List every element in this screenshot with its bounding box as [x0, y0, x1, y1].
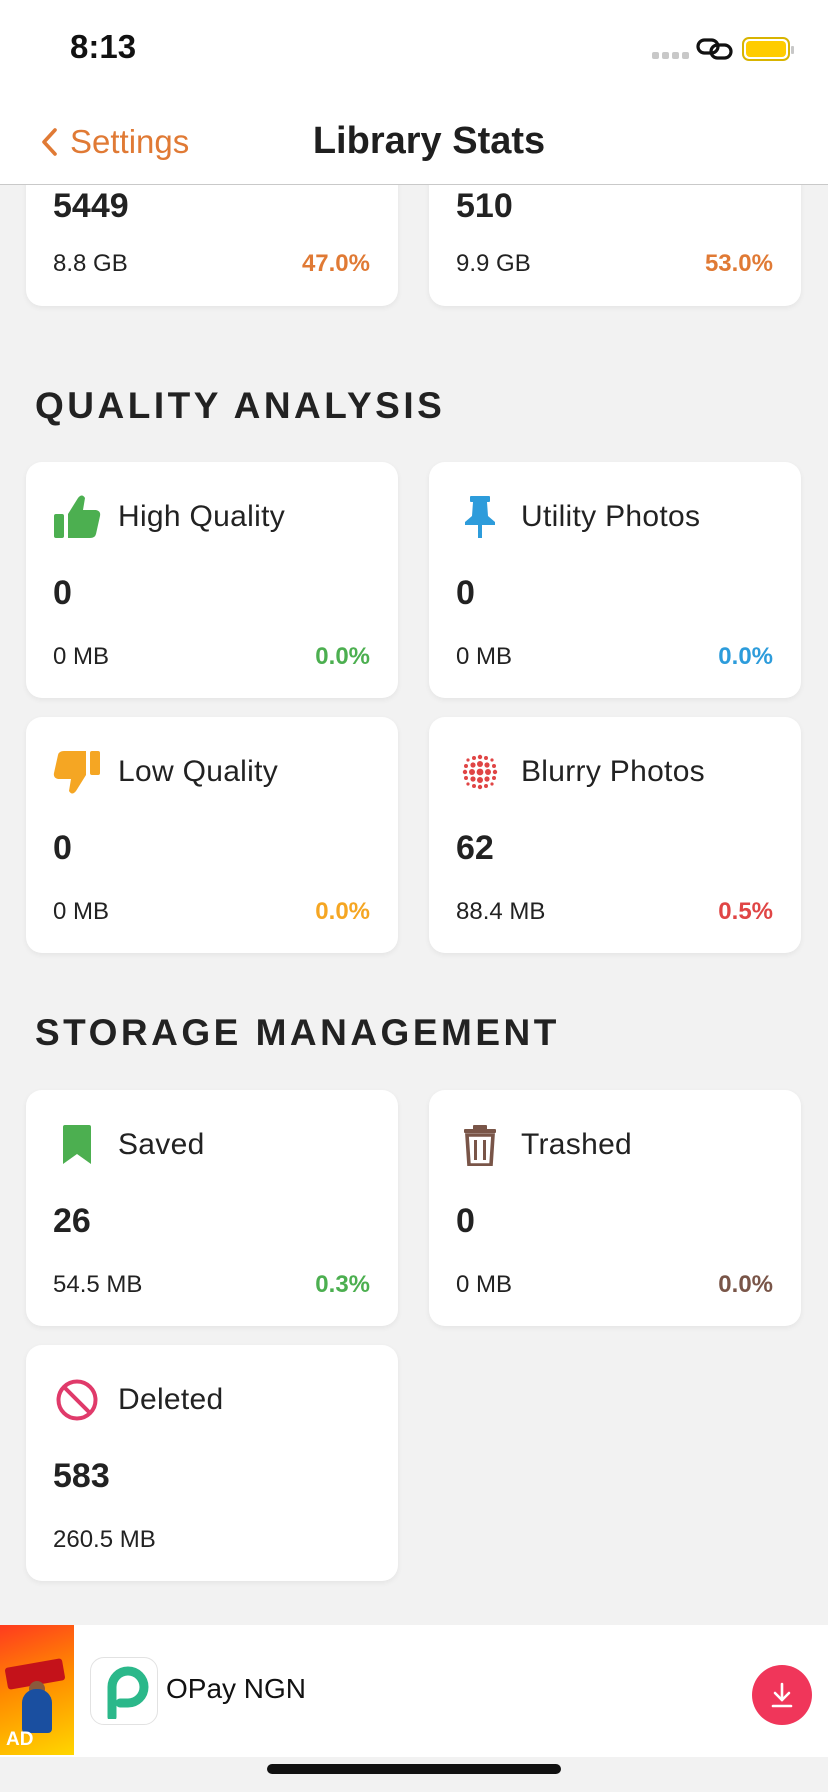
card-title: Saved	[118, 1128, 205, 1161]
download-icon	[771, 1682, 793, 1708]
blur-icon	[455, 747, 505, 797]
ad-tag: AD	[6, 1729, 34, 1750]
ad-banner[interactable]: AD OPay NGN	[0, 1625, 828, 1757]
card-title: Deleted	[118, 1383, 224, 1416]
blurry-photos-card[interactable]: Blurry Photos 62 88.4 MB 0.5%	[429, 717, 801, 953]
card-count: 0	[456, 574, 475, 612]
card-percent: 0.0%	[718, 643, 773, 670]
home-indicator[interactable]	[267, 1764, 561, 1774]
card-size: 0 MB	[456, 643, 513, 670]
prohibited-icon	[52, 1375, 102, 1425]
thumbs-down-icon	[52, 747, 102, 797]
bottom-safe-area	[0, 1757, 828, 1792]
ad-image[interactable]: AD	[0, 1625, 74, 1755]
ad-download-button[interactable]	[752, 1665, 812, 1725]
trashed-card[interactable]: Trashed 0 0 MB 0.0%	[429, 1090, 801, 1326]
card-count: 583	[53, 1457, 110, 1495]
card-size: 8.8 GB	[53, 250, 128, 277]
low-quality-card[interactable]: Low Quality 0 0 MB 0.0%	[26, 717, 398, 953]
card-count: 62	[456, 829, 494, 867]
ad-app-name[interactable]: OPay NGN	[166, 1673, 306, 1705]
card-count: 5449	[53, 187, 129, 225]
section-title-storage: STORAGE MANAGEMENT	[35, 1012, 560, 1053]
card-title: Utility Photos	[521, 500, 701, 533]
card-size: 260.5 MB	[53, 1526, 156, 1553]
signal-icon	[652, 52, 689, 59]
navigation-bar: Settings Library Stats	[0, 100, 828, 185]
thumbs-up-icon	[52, 492, 102, 542]
bookmark-icon	[52, 1120, 102, 1170]
status-time: 8:13	[70, 28, 137, 65]
card-size: 0 MB	[456, 1271, 513, 1298]
deleted-card[interactable]: Deleted 583 260.5 MB	[26, 1345, 398, 1581]
saved-card[interactable]: Saved 26 54.5 MB 0.3%	[26, 1090, 398, 1326]
card-size: 0 MB	[53, 898, 110, 925]
card-count: 0	[456, 1202, 475, 1240]
section-title-quality: QUALITY ANALYSIS	[35, 385, 446, 426]
stats-scroll-view[interactable]: 5449 8.8 GB 47.0% 510 9.9 GB 53.0% QUALI…	[0, 185, 828, 1625]
card-percent: 0.0%	[718, 1271, 773, 1298]
card-title: High Quality	[118, 500, 286, 533]
card-percent: 0.0%	[315, 643, 370, 670]
stat-card[interactable]: 5449 8.8 GB 47.0%	[26, 185, 398, 306]
card-title: Low Quality	[118, 755, 279, 788]
card-size: 0 MB	[53, 643, 110, 670]
status-bar: 8:13	[0, 0, 828, 100]
opay-logo-icon	[90, 1657, 158, 1725]
card-size: 88.4 MB	[456, 898, 546, 925]
trash-icon	[455, 1120, 505, 1170]
card-size: 54.5 MB	[53, 1271, 143, 1298]
stat-card[interactable]: 510 9.9 GB 53.0%	[429, 185, 801, 306]
card-percent: 53.0%	[704, 250, 773, 277]
card-count: 0	[53, 829, 72, 867]
card-count: 510	[456, 187, 513, 225]
card-percent: 0.0%	[315, 898, 370, 925]
card-title: Trashed	[521, 1128, 633, 1161]
battery-icon	[742, 37, 794, 61]
utility-photos-card[interactable]: Utility Photos 0 0 MB 0.0%	[429, 462, 801, 698]
high-quality-card[interactable]: High Quality 0 0 MB 0.0%	[26, 462, 398, 698]
card-title: Blurry Photos	[521, 755, 705, 788]
card-count: 0	[53, 574, 72, 612]
pin-icon	[455, 492, 505, 542]
card-count: 26	[53, 1202, 91, 1240]
page-title: Library Stats	[0, 120, 828, 163]
card-percent: 0.3%	[315, 1271, 370, 1298]
card-percent: 0.5%	[718, 898, 773, 925]
card-percent: 47.0%	[301, 250, 370, 277]
page-title-text: Library Stats	[312, 120, 546, 162]
card-size: 9.9 GB	[456, 250, 531, 277]
link-icon	[696, 38, 733, 60]
